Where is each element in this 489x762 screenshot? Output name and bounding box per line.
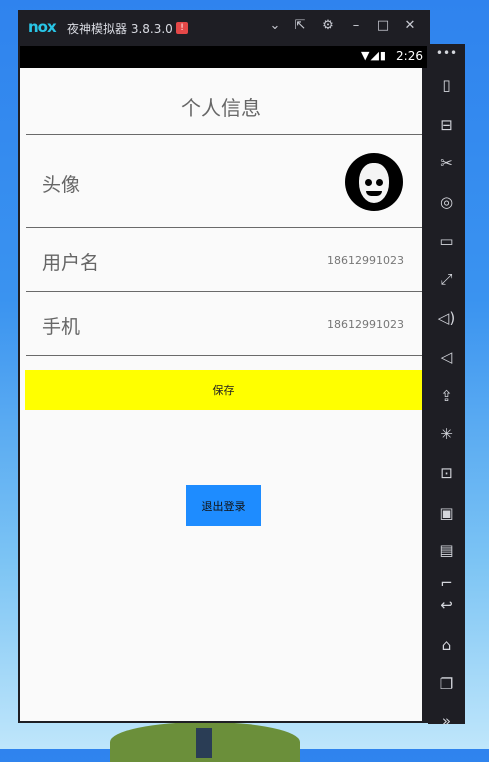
- pin-icon[interactable]: ⇱: [291, 18, 309, 33]
- volume-down-icon[interactable]: ◁: [428, 348, 465, 366]
- avatar-eye: [365, 179, 372, 186]
- desktop-tree-trunk: [196, 728, 212, 758]
- minimize-icon[interactable]: –: [347, 18, 365, 33]
- screen-icon[interactable]: ▭: [428, 232, 465, 250]
- alert-badge[interactable]: !: [176, 22, 188, 34]
- divider: [26, 291, 422, 292]
- expand-icon[interactable]: »: [428, 712, 465, 730]
- divider: [26, 355, 422, 356]
- back-icon[interactable]: ↩: [428, 596, 465, 614]
- save-button[interactable]: 保存: [25, 370, 422, 410]
- app-screen: 个人信息 头像 用户名 18612991023 手机 18612991023 保…: [20, 68, 422, 721]
- avatar-face: [359, 163, 389, 203]
- multi-instance-icon[interactable]: ▤: [428, 541, 465, 559]
- maximize-icon[interactable]: □: [374, 18, 392, 33]
- home-icon[interactable]: ⌂: [428, 636, 465, 654]
- fullscreen-icon[interactable]: ⤢: [428, 270, 465, 288]
- nox-logo: nox: [28, 18, 57, 36]
- android-status-bar: ▼◢▮ 2:26: [20, 46, 427, 68]
- recent-apps-icon[interactable]: ❐: [428, 675, 465, 693]
- divider: [26, 227, 422, 228]
- avatar-mouth: [366, 191, 382, 196]
- avatar-eye: [376, 179, 383, 186]
- robot-icon[interactable]: ⊟: [428, 116, 465, 134]
- video-record-icon[interactable]: ▣: [428, 504, 465, 522]
- gear-icon[interactable]: ⚙: [319, 18, 337, 33]
- loading-icon[interactable]: ✳: [428, 425, 465, 443]
- emulator-window: nox 夜神模拟器 3.8.3.0 ! ⌄ ⇱ ⚙ – □ ✕ ▼◢▮ 2:26…: [18, 10, 430, 723]
- title-bar: nox 夜神模拟器 3.8.3.0 ! ⌄ ⇱ ⚙ – □ ✕: [18, 10, 430, 46]
- scissors-icon[interactable]: ✂: [428, 154, 465, 172]
- phone-value[interactable]: 18612991023: [327, 318, 404, 331]
- volume-up-icon[interactable]: ◁): [428, 309, 465, 327]
- apk-install-icon[interactable]: ⇪: [428, 387, 465, 405]
- sidebar-menu-icon[interactable]: •••: [428, 46, 465, 60]
- status-time: 2:26: [396, 49, 423, 63]
- virtual-key-icon[interactable]: ⊡: [428, 464, 465, 482]
- signal-battery-icons: ▼◢▮: [361, 49, 387, 62]
- page-title: 个人信息: [181, 96, 261, 120]
- chevron-down-icon[interactable]: ⌄: [266, 18, 284, 33]
- phone-label: 手机: [42, 316, 81, 338]
- username-value[interactable]: 18612991023: [327, 254, 404, 267]
- emulator-sidebar: ••• ▯ ⊟ ✂ ◎ ▭ ⤢ ◁) ◁ ⇪ ✳ ⊡ ▣ ▤ ⌐ ↩ ⌂ ❐ »: [428, 44, 465, 730]
- location-icon[interactable]: ◎: [428, 193, 465, 211]
- logout-button[interactable]: 退出登录: [186, 485, 261, 526]
- username-label: 用户名: [42, 252, 100, 274]
- divider: [26, 134, 422, 135]
- more-icon[interactable]: ⌐: [428, 574, 465, 592]
- shake-icon[interactable]: ▯: [428, 76, 465, 94]
- avatar[interactable]: [345, 153, 403, 211]
- avatar-label: 头像: [42, 174, 81, 196]
- window-title: 夜神模拟器 3.8.3.0: [67, 22, 173, 36]
- close-icon[interactable]: ✕: [401, 18, 419, 33]
